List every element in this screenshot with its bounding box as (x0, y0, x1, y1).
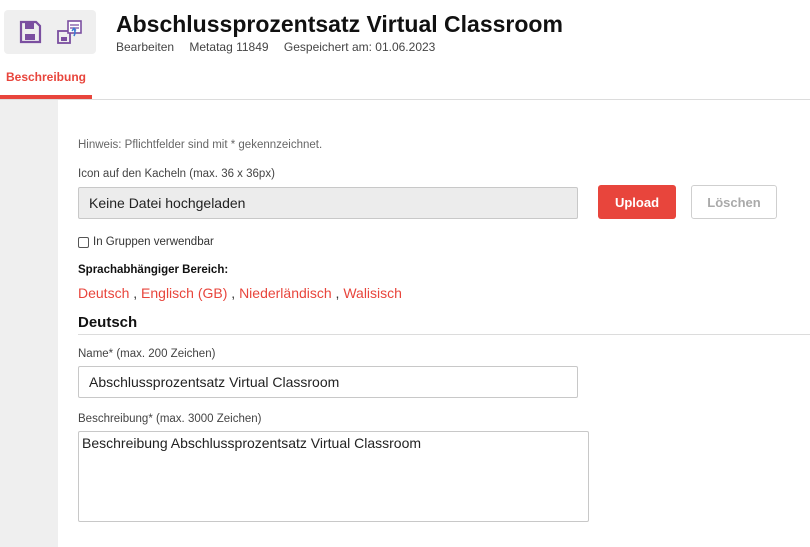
form-content: Hinweis: Pflichtfelder sind mit * gekenn… (78, 100, 810, 547)
name-input[interactable]: Abschlussprozentsatz Virtual Classroom (78, 366, 578, 398)
left-column (0, 100, 58, 547)
language-link-englisch[interactable]: Englisch (GB) (141, 285, 227, 301)
tab-beschreibung[interactable]: Beschreibung (0, 66, 92, 99)
language-link-deutsch[interactable]: Deutsch (78, 285, 129, 301)
groups-checkbox-label[interactable]: In Gruppen verwendbar (93, 236, 214, 248)
top-bar: Abschlussprozentsatz Virtual Classroom B… (0, 0, 810, 100)
language-link-walisisch[interactable]: Walisisch (343, 285, 402, 301)
description-field-label: Beschreibung* (max. 3000 Zeichen) (78, 413, 262, 425)
description-textarea[interactable]: Beschreibung Abschlussprozentsatz Virtua… (78, 431, 589, 522)
groups-checkbox-row: In Gruppen verwendbar (78, 236, 214, 248)
groups-checkbox[interactable] (78, 236, 89, 248)
current-language-heading: Deutsch (78, 314, 138, 331)
mode-label: Bearbeiten (116, 40, 175, 54)
language-section-label: Sprachabhängiger Bereich: (78, 264, 229, 276)
language-link-niederlaendisch[interactable]: Niederländisch (239, 285, 332, 301)
saved-date-label: Gespeichert am: 01.06.2023 (283, 40, 436, 54)
floppy-disk-icon[interactable] (14, 16, 46, 48)
page-title: Abschlussprozentsatz Virtual Classroom (116, 11, 563, 37)
name-field-label: Name* (max. 200 Zeichen) (78, 348, 216, 360)
icon-field-label: Icon auf den Kacheln (max. 36 x 36px) (78, 168, 275, 180)
save-copy-icon[interactable] (54, 16, 86, 48)
delete-button[interactable]: Löschen (691, 185, 777, 219)
toolbar (4, 10, 96, 54)
metatag-label: Metatag 11849 (189, 40, 269, 54)
language-links: Deutsch , Englisch (GB) , Niederländisch… (78, 285, 402, 301)
upload-button[interactable]: Upload (598, 185, 676, 219)
required-hint: Hinweis: Pflichtfelder sind mit * gekenn… (78, 139, 323, 151)
page-meta: Bearbeiten Metatag 11849 Gespeichert am:… (116, 40, 447, 54)
section-divider (78, 334, 810, 335)
file-status-field: Keine Datei hochgeladen (78, 187, 578, 219)
